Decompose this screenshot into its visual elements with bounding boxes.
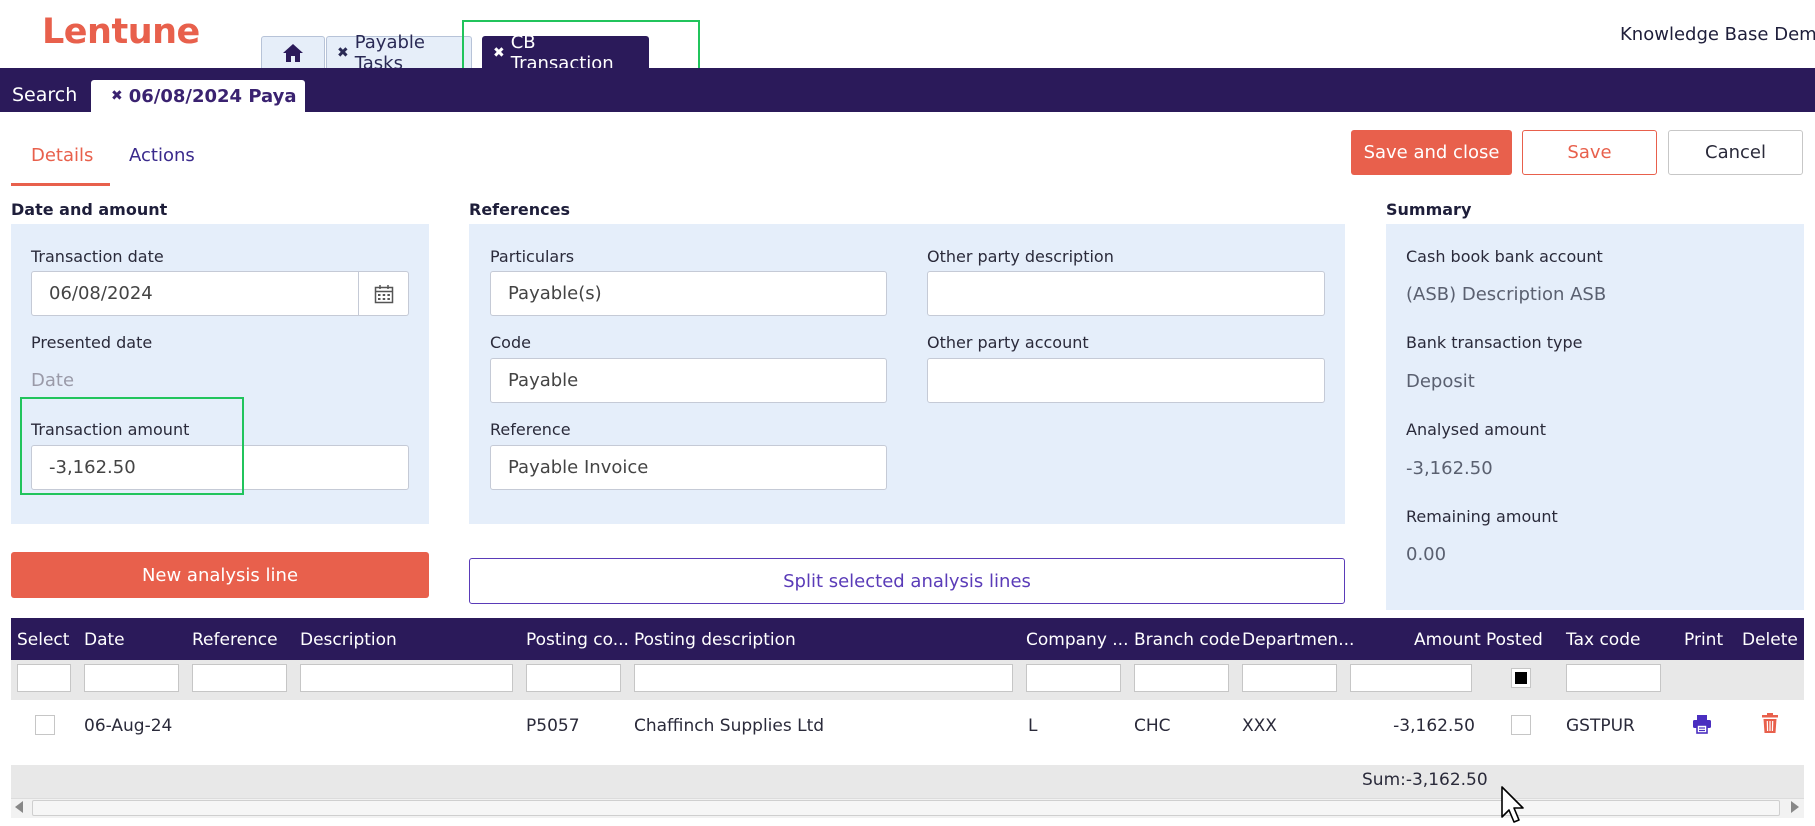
- filter-amount[interactable]: [1350, 664, 1472, 692]
- column-header-posting-description[interactable]: Posting description: [634, 630, 796, 650]
- filter-company[interactable]: [1026, 664, 1121, 692]
- filter-reference[interactable]: [192, 664, 287, 692]
- filter-tax-code[interactable]: [1566, 664, 1661, 692]
- new-analysis-line-button[interactable]: New analysis line: [11, 552, 429, 598]
- printer-icon: [1693, 715, 1711, 734]
- calendar-button[interactable]: [359, 271, 409, 316]
- column-header-posting-code[interactable]: Posting co...: [526, 630, 629, 650]
- column-header-branch-code[interactable]: Branch code: [1134, 630, 1240, 650]
- filter-branch-code[interactable]: [1134, 664, 1229, 692]
- row-posted-checkbox[interactable]: [1511, 715, 1531, 735]
- search-link[interactable]: Search: [12, 84, 77, 106]
- cell-branch-code: CHC: [1134, 716, 1171, 736]
- column-header-department[interactable]: Departmen...: [1242, 630, 1354, 650]
- column-header-posted[interactable]: Posted: [1486, 630, 1543, 650]
- references-heading: References: [469, 200, 570, 219]
- tab-label: 06/08/2024 Paya: [128, 85, 297, 107]
- other-party-account-label: Other party account: [927, 333, 1089, 352]
- save-button[interactable]: Save: [1522, 130, 1657, 175]
- cell-posting-description: Chaffinch Supplies Ltd: [634, 716, 825, 736]
- summary-panel: [1386, 224, 1804, 610]
- cancel-button[interactable]: Cancel: [1668, 130, 1803, 175]
- filter-posting-code[interactable]: [526, 664, 621, 692]
- active-tab-indicator: [11, 183, 110, 186]
- column-header-tax-code[interactable]: Tax code: [1566, 630, 1640, 650]
- column-header-print[interactable]: Print: [1684, 630, 1723, 650]
- reference-input[interactable]: Payable Invoice: [490, 445, 887, 490]
- cell-amount: -3,162.50: [1393, 716, 1475, 736]
- filter-description[interactable]: [300, 664, 513, 692]
- scroll-left-arrow-icon[interactable]: [15, 801, 23, 813]
- tab-actions[interactable]: Actions: [129, 145, 195, 166]
- column-header-company[interactable]: Company ...: [1026, 630, 1129, 650]
- cell-department: XXX: [1242, 716, 1277, 736]
- grid-sum-total: Sum:-3,162.50: [1362, 770, 1488, 790]
- transaction-type-label: Bank transaction type: [1406, 333, 1583, 352]
- filter-select[interactable]: [17, 664, 71, 692]
- analysed-amount-value: -3,162.50: [1406, 458, 1493, 479]
- column-header-delete[interactable]: Delete: [1742, 630, 1798, 650]
- summary-heading: Summary: [1386, 200, 1472, 219]
- lentune-logo: Lentune: [42, 12, 200, 52]
- column-header-select[interactable]: Select: [17, 630, 69, 650]
- transaction-date-label: Transaction date: [31, 247, 164, 266]
- cell-date: 06-Aug-24: [84, 716, 173, 736]
- row-select-checkbox[interactable]: [35, 715, 55, 735]
- code-input[interactable]: Payable: [490, 358, 887, 403]
- column-header-amount[interactable]: Amount: [1414, 630, 1481, 650]
- filter-posting-description[interactable]: [634, 664, 1013, 692]
- remaining-amount-value: 0.00: [1406, 544, 1447, 565]
- transaction-date-input[interactable]: 06/08/2024: [31, 271, 359, 316]
- code-label: Code: [490, 333, 531, 352]
- close-icon[interactable]: ✖: [111, 88, 123, 104]
- calendar-icon: [374, 284, 393, 303]
- tab-home[interactable]: [261, 36, 325, 68]
- indeterminate-mark: [1515, 672, 1527, 684]
- presented-date-input[interactable]: Date: [31, 370, 74, 391]
- print-button[interactable]: [1692, 714, 1712, 738]
- analysed-amount-label: Analysed amount: [1406, 420, 1546, 439]
- reference-label: Reference: [490, 420, 571, 439]
- filter-posted-checkbox[interactable]: [1511, 668, 1531, 688]
- bank-account-value: (ASB) Description ASB: [1406, 284, 1607, 305]
- home-icon: [283, 43, 303, 62]
- filter-date[interactable]: [84, 664, 179, 692]
- filter-department[interactable]: [1242, 664, 1337, 692]
- date-amount-heading: Date and amount: [11, 200, 168, 219]
- save-and-close-button[interactable]: Save and close: [1351, 130, 1512, 175]
- company-name: Knowledge Base Demo: [1620, 24, 1815, 45]
- delete-button[interactable]: [1761, 712, 1779, 738]
- split-analysis-lines-button[interactable]: Split selected analysis lines: [469, 558, 1345, 604]
- annotation-highlight: [20, 397, 244, 495]
- mouse-cursor: [1500, 785, 1526, 826]
- column-header-date[interactable]: Date: [84, 630, 125, 650]
- transaction-type-value: Deposit: [1406, 371, 1475, 392]
- cursor-arrow-icon: [1501, 786, 1524, 823]
- bank-account-label: Cash book bank account: [1406, 247, 1603, 266]
- trash-icon: [1762, 713, 1778, 733]
- grid-sum-row: [11, 765, 1804, 798]
- column-header-description[interactable]: Description: [300, 630, 397, 650]
- cell-posting-code: P5057: [526, 716, 580, 736]
- cell-company: L: [1028, 716, 1038, 736]
- column-header-reference[interactable]: Reference: [192, 630, 278, 650]
- other-party-description-label: Other party description: [927, 247, 1114, 266]
- close-icon[interactable]: ✖: [337, 45, 349, 61]
- presented-date-label: Presented date: [31, 333, 153, 352]
- scroll-right-arrow-icon[interactable]: [1791, 801, 1799, 813]
- particulars-label: Particulars: [490, 247, 575, 266]
- tab-transaction-record[interactable]: ✖ 06/08/2024 Paya: [91, 80, 305, 112]
- cell-tax-code: GSTPUR: [1566, 716, 1635, 736]
- particulars-input[interactable]: Payable(s): [490, 271, 887, 316]
- tab-details[interactable]: Details: [31, 145, 93, 166]
- remaining-amount-label: Remaining amount: [1406, 507, 1558, 526]
- other-party-account-input[interactable]: [927, 358, 1325, 403]
- tab-payable-tasks[interactable]: ✖ Payable Tasks: [326, 32, 472, 74]
- other-party-description-input[interactable]: [927, 271, 1325, 316]
